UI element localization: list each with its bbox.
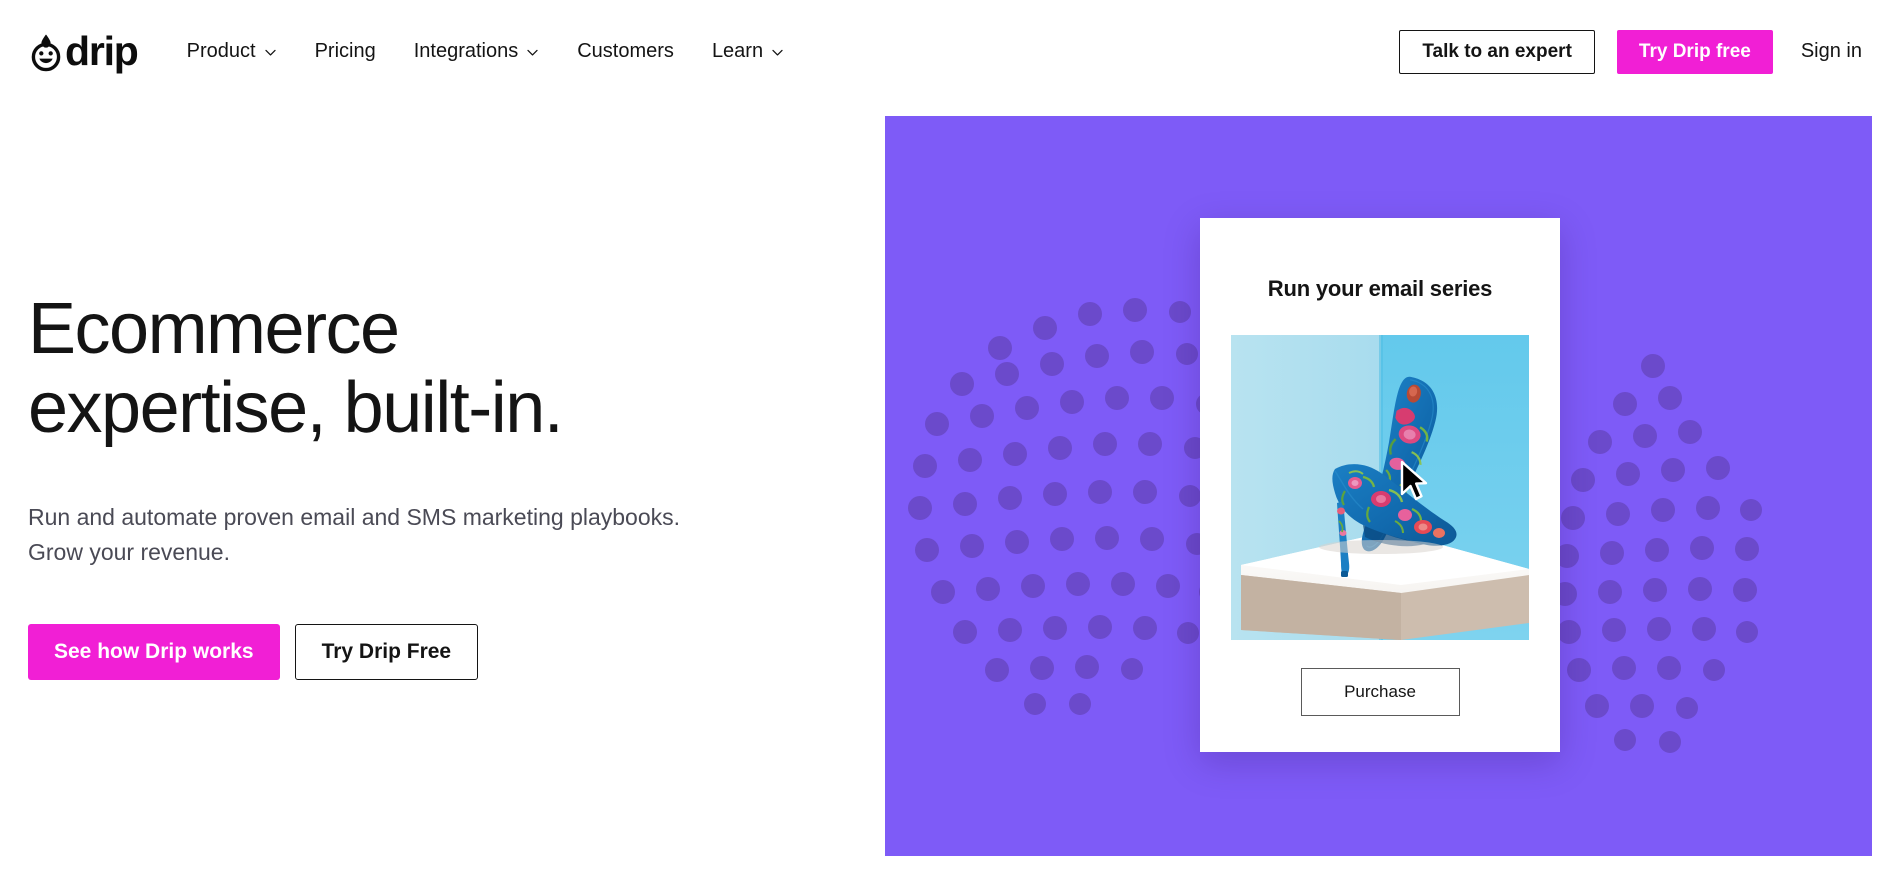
card-title: Run your email series — [1267, 276, 1493, 301]
nav-label: Learn — [711, 40, 764, 62]
nav-item-integrations[interactable]: Integrations — [395, 30, 559, 73]
page-title: Ecommerce expertise, built-in. — [28, 289, 848, 449]
headline-line-1: Ecommerce — [28, 289, 400, 369]
product-photo — [1231, 335, 1529, 640]
headline-line-2: expertise, built-in. — [28, 368, 564, 449]
drip-smiley-face-icon — [26, 32, 66, 72]
email-preview-card: Run your email series Purchase — [1200, 218, 1560, 752]
sign-in-link[interactable]: Sign in — [1801, 40, 1862, 63]
try-drip-free-hero-button[interactable]: Try Drip Free — [294, 624, 479, 681]
hero-content: Ecommerce expertise, built-in. Run and a… — [28, 289, 848, 681]
hero-subheading: Run and automate proven email and SMS ma… — [28, 500, 728, 570]
nav-label: Pricing — [314, 40, 376, 62]
hero-cta-row: See how Drip works Try Drip Free — [28, 624, 848, 681]
nav-item-product[interactable]: Product — [168, 30, 296, 73]
purchase-button[interactable]: Purchase — [1300, 668, 1460, 716]
chevron-down-icon — [526, 46, 539, 59]
purchase-button-row: Purchase — [1200, 668, 1560, 716]
product-photo-illustration — [1231, 335, 1529, 640]
header-actions: Talk to an expert Try Drip free Sign in — [1399, 29, 1862, 74]
try-drip-free-button[interactable]: Try Drip free — [1616, 29, 1773, 74]
chevron-down-icon — [771, 46, 784, 59]
drip-logo[interactable]: drip — [26, 28, 139, 74]
subhead-line-1: Run and automate proven email and SMS ma… — [28, 504, 681, 531]
site-header: drip Product Pricing Integrations Custom… — [0, 0, 1889, 103]
nav-item-customers[interactable]: Customers — [558, 30, 693, 73]
see-how-drip-works-button[interactable]: See how Drip works — [28, 624, 280, 681]
talk-to-an-expert-button[interactable]: Talk to an expert — [1399, 29, 1595, 74]
nav-item-pricing[interactable]: Pricing — [296, 30, 395, 73]
subhead-line-2: Grow your revenue. — [28, 539, 230, 566]
main-navigation: Product Pricing Integrations Customers L… — [168, 30, 803, 73]
nav-label: Integrations — [413, 40, 519, 62]
nav-label: Customers — [577, 40, 674, 62]
chevron-down-icon — [264, 46, 277, 59]
nav-item-learn[interactable]: Learn — [693, 30, 803, 73]
nav-label: Product — [186, 40, 256, 62]
logo-wordmark: drip — [65, 28, 139, 74]
